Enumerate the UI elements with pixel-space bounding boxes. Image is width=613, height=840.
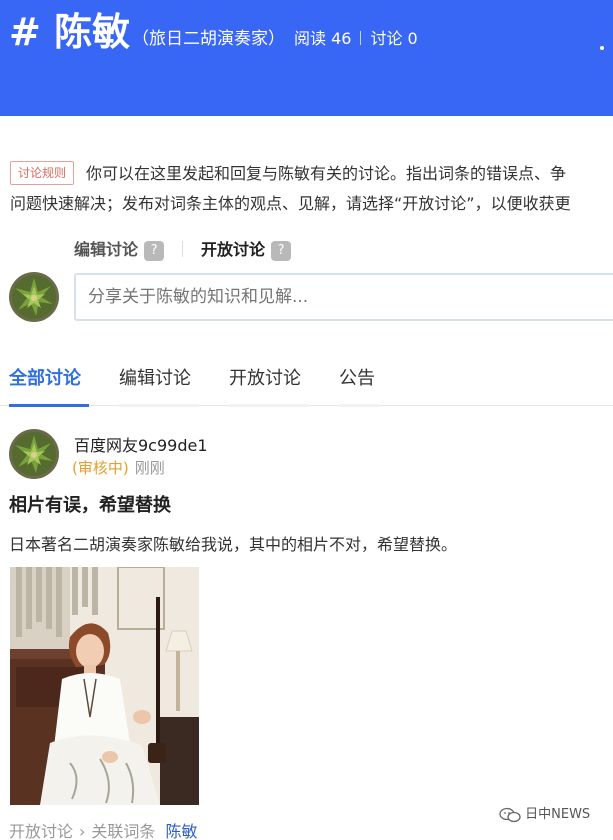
rules-line-2: 问题快速解决；发布对词条主体的观点、见解，请选择“开放讨论”，以便收获更 — [10, 194, 571, 213]
post-meta: (审核中) 刚刚 — [72, 457, 165, 478]
tab-indicator-placeholder — [119, 404, 199, 407]
breadcrumb-related-entry: 关联词条 — [91, 822, 156, 840]
post-title[interactable]: 相片有误，希望替换 — [9, 491, 171, 517]
discussion-count: 讨论 0 — [370, 29, 418, 48]
rules-tag[interactable]: 讨论规则 — [10, 161, 75, 185]
watermark: 日中NEWS — [499, 803, 590, 823]
rules-line-1: 你可以在这里发起和回复与陈敏有关的讨论。指出词条的错误点、争 — [86, 164, 567, 183]
read-count: 阅读 46 — [294, 29, 352, 48]
review-status-badge: (审核中) — [72, 459, 129, 477]
post-author-avatar[interactable] — [9, 429, 59, 479]
watermark-text: 日中NEWS — [525, 807, 591, 822]
chevron-right-icon: › — [79, 822, 86, 840]
discussion-input[interactable] — [74, 273, 613, 321]
current-user-avatar — [9, 272, 59, 322]
discussion-rules: 讨论规则 你可以在这里发起和回复与陈敏有关的讨论。指出词条的错误点、争 问题快速解… — [10, 160, 613, 213]
dot-decoration — [600, 46, 604, 50]
breadcrumb-open-discussion[interactable]: 开放讨论 — [9, 822, 73, 840]
tab-all[interactable]: 全部讨论 — [9, 364, 81, 390]
tab-announcement[interactable]: 公告 — [339, 364, 375, 390]
discussion-tabs: 全部讨论 编辑讨论 开放讨论 公告 — [0, 360, 613, 406]
tab-indicator-placeholder — [229, 404, 309, 407]
tab-open[interactable]: 开放讨论 — [229, 364, 301, 390]
topic-header: # 陈敏 （旅日二胡演奏家） 阅读 46 讨论 0 — [0, 0, 613, 116]
breadcrumb: 开放讨论 › 关联词条 陈敏 — [9, 818, 197, 840]
post-body: 日本著名二胡演奏家陈敏给我说，其中的相片不对，希望替换。 — [9, 535, 458, 554]
active-tab-indicator — [9, 404, 89, 407]
topic-subtitle: （旅日二胡演奏家） — [132, 29, 285, 49]
topic-title: # 陈敏 — [9, 10, 131, 54]
tab-indicator-placeholder — [339, 404, 379, 407]
post-time: 刚刚 — [134, 459, 165, 477]
discussion-type-switch: 编辑讨论? 开放讨论? — [74, 236, 292, 261]
post-author-name[interactable]: 百度网友9c99de1 — [74, 432, 208, 456]
open-help-icon[interactable]: ? — [271, 241, 292, 261]
edit-help-icon[interactable]: ? — [144, 241, 165, 261]
topic-stats: 阅读 46 讨论 0 — [294, 25, 418, 49]
open-discussion-option[interactable]: 开放讨论 — [201, 236, 265, 260]
post-photo[interactable] — [10, 567, 199, 805]
stats-divider — [360, 31, 362, 45]
related-entry-link[interactable]: 陈敏 — [165, 822, 197, 840]
tab-edit[interactable]: 编辑讨论 — [119, 364, 191, 390]
edit-discussion-option[interactable]: 编辑讨论 — [74, 236, 138, 260]
type-divider — [182, 241, 184, 257]
wechat-icon — [499, 807, 521, 822]
